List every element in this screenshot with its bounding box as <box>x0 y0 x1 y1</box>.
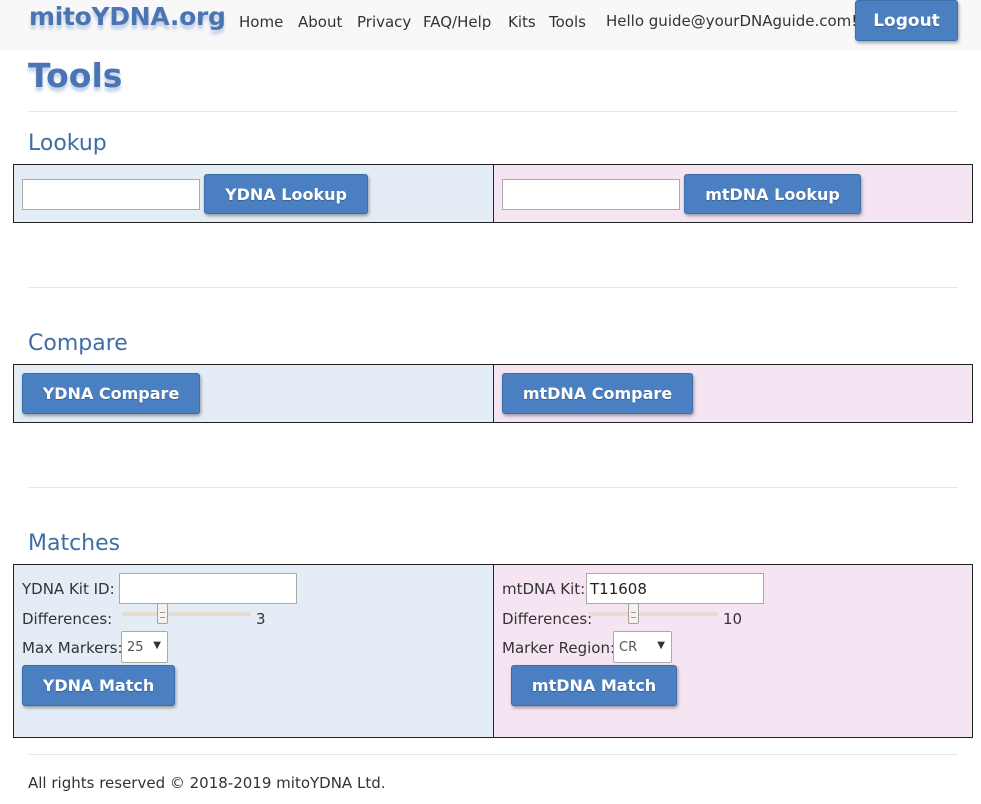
lookup-section-title: Lookup <box>28 131 107 156</box>
mtdna-marker-region-value: CR <box>619 640 638 655</box>
ydna-differences-value: 3 <box>256 610 266 628</box>
ydna-lookup-input[interactable] <box>22 179 200 210</box>
nav-about[interactable]: About <box>298 13 342 31</box>
compare-section-title: Compare <box>28 331 128 356</box>
mtdna-differences-slider-handle[interactable] <box>628 603 639 624</box>
ydna-differences-label: Differences: <box>22 610 113 628</box>
nav-home[interactable]: Home <box>239 13 283 31</box>
brand-logo[interactable]: mitoYDNA.org <box>29 2 226 31</box>
mtdna-compare-panel: mtDNA Compare <box>493 364 973 423</box>
ydna-compare-panel: YDNA Compare <box>13 364 494 423</box>
dropdown-arrow-icon: ▼ <box>153 640 161 651</box>
mtdna-differences-value: 10 <box>723 610 743 628</box>
nav-kits[interactable]: Kits <box>508 13 536 31</box>
ydna-lookup-panel: YDNA Lookup <box>13 164 494 223</box>
page-title: Tools <box>28 56 123 95</box>
nav-faq-help[interactable]: FAQ/Help <box>423 13 491 31</box>
mtdna-match-button[interactable]: mtDNA Match <box>511 665 677 706</box>
mtdna-compare-button[interactable]: mtDNA Compare <box>502 373 693 414</box>
nav-tools[interactable]: Tools <box>549 13 586 31</box>
ydna-kit-label: YDNA Kit ID: <box>22 580 115 598</box>
divider <box>28 111 958 112</box>
divider <box>28 754 958 755</box>
mtdna-marker-region-label: Marker Region: <box>502 639 616 657</box>
dropdown-arrow-icon: ▼ <box>657 640 665 651</box>
ydna-max-markers-select[interactable]: 25 ▼ <box>121 631 168 663</box>
ydna-lookup-button[interactable]: YDNA Lookup <box>204 174 368 214</box>
nav-privacy[interactable]: Privacy <box>357 13 411 31</box>
ydna-max-markers-label: Max Markers: <box>22 639 123 657</box>
logout-button[interactable]: Logout <box>855 0 958 41</box>
ydna-compare-button[interactable]: YDNA Compare <box>22 373 200 414</box>
navbar: mitoYDNA.org Home About Privacy FAQ/Help… <box>0 0 981 51</box>
mtdna-marker-region-select[interactable]: CR ▼ <box>613 631 672 663</box>
ydna-match-button[interactable]: YDNA Match <box>22 665 175 706</box>
mtdna-lookup-input[interactable] <box>502 179 680 210</box>
ydna-match-panel: YDNA Kit ID: Differences: 3 Max Markers:… <box>13 564 494 738</box>
user-greeting: Hello guide@yourDNAguide.com! <box>606 12 858 30</box>
footer-copyright: All rights reserved © 2018-2019 mitoYDNA… <box>28 774 386 792</box>
divider <box>28 487 958 488</box>
mtdna-lookup-button[interactable]: mtDNA Lookup <box>684 174 861 214</box>
ydna-max-markers-value: 25 <box>127 640 144 655</box>
mtdna-lookup-panel: mtDNA Lookup <box>493 164 973 223</box>
divider <box>28 287 958 288</box>
ydna-differences-slider-handle[interactable] <box>157 603 168 624</box>
matches-section-title: Matches <box>28 531 121 556</box>
ydna-kit-input[interactable] <box>119 573 297 604</box>
mtdna-match-panel: mtDNA Kit: Differences: 10 Marker Region… <box>493 564 973 738</box>
mtdna-kit-input[interactable] <box>586 573 764 604</box>
mtdna-differences-slider[interactable] <box>589 612 718 616</box>
ydna-differences-slider[interactable] <box>122 612 251 616</box>
mtdna-differences-label: Differences: <box>502 610 593 628</box>
mtdna-kit-label: mtDNA Kit: <box>502 580 586 598</box>
